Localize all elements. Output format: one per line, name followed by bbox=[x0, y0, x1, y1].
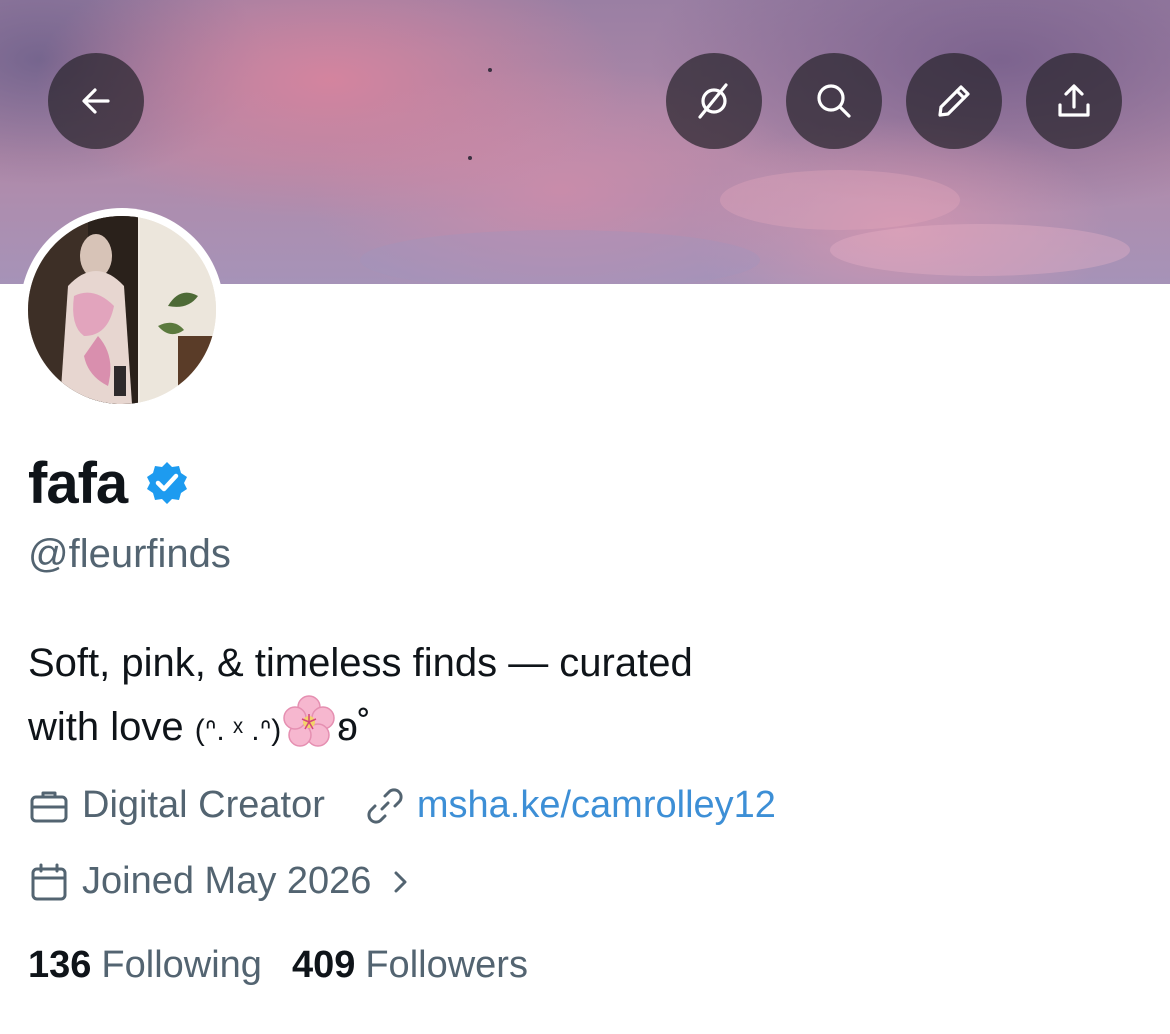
share-icon bbox=[1058, 84, 1090, 117]
avatar[interactable] bbox=[28, 216, 216, 404]
joined-row[interactable]: Joined May 2026 bbox=[28, 860, 415, 903]
bio: Soft, pink, & timeless finds — curated w… bbox=[28, 632, 1128, 762]
share-button[interactable] bbox=[1026, 53, 1122, 149]
edit-button[interactable] bbox=[906, 53, 1002, 149]
followers-link[interactable]: 409 Followers bbox=[292, 944, 528, 987]
grok-button[interactable] bbox=[666, 53, 762, 149]
profile-category: Digital Creator bbox=[82, 784, 325, 826]
following-label: Following bbox=[101, 944, 262, 986]
link-icon bbox=[367, 787, 403, 824]
bio-line-2-text: with love bbox=[28, 705, 195, 749]
followers-count: 409 bbox=[291, 944, 356, 986]
follow-stats: 136 Following 409 Followers bbox=[28, 944, 528, 987]
handle: @fleurfinds bbox=[28, 532, 231, 576]
avatar-ring[interactable] bbox=[20, 208, 224, 412]
verified-badge-icon[interactable] bbox=[143, 459, 191, 507]
following-count: 136 bbox=[28, 944, 92, 986]
cherry-blossom-icon bbox=[283, 695, 336, 747]
avatar-photo bbox=[28, 216, 216, 404]
grok-icon bbox=[698, 83, 728, 119]
display-name: fafa bbox=[28, 450, 128, 516]
edit-icon bbox=[938, 85, 970, 117]
bio-line-1: Soft, pink, & timeless finds — curated bbox=[28, 641, 693, 685]
display-name-row: fafa bbox=[28, 448, 191, 518]
calendar-icon bbox=[31, 863, 67, 900]
joined-date: Joined May 2026 bbox=[82, 860, 372, 902]
chevron-right-icon bbox=[394, 871, 407, 892]
profile-meta-row: Digital Creator msha.ke/camrolley12 bbox=[28, 784, 776, 827]
followers-label: Followers bbox=[365, 944, 528, 986]
bio-kaomoji: (ᐢ. ˣ .ᐢ) bbox=[194, 714, 282, 747]
bio-line-2: with love (ᐢ. ˣ .ᐢ) ʚ˚ bbox=[28, 694, 1128, 762]
briefcase-icon bbox=[30, 791, 68, 822]
following-link[interactable]: 136 Following bbox=[28, 944, 262, 987]
search-button[interactable] bbox=[786, 53, 882, 149]
arrow-left-icon bbox=[82, 88, 110, 114]
back-button[interactable] bbox=[48, 53, 144, 149]
profile-website-link[interactable]: msha.ke/camrolley12 bbox=[417, 784, 776, 827]
search-icon bbox=[817, 84, 851, 118]
bio-suffix: ʚ˚ bbox=[337, 705, 371, 749]
